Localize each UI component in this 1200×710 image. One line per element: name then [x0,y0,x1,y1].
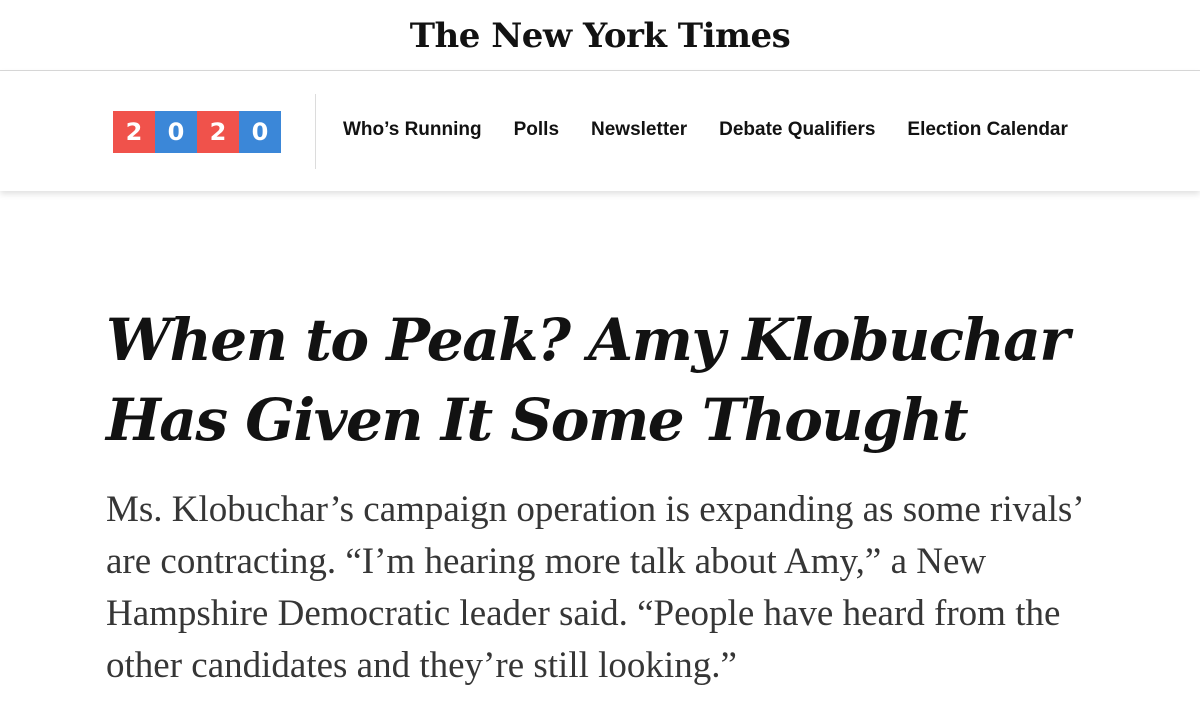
nyt-logo[interactable]: The New York Times [410,16,791,56]
article-summary: Ms. Klobuchar’s campaign operation is ex… [106,489,1082,686]
nav-links: Who’s Running Polls Newsletter Debate Qu… [343,115,1068,145]
article-headline: When to Peak? Amy Klobuchar Has Given It… [106,300,1106,460]
nav-link-debate-qualifiers[interactable]: Debate Qualifiers [719,115,875,145]
election-subnav: 2 0 2 0 Who’s Running Polls Newsletter D… [0,71,1200,191]
nav-link-newsletter[interactable]: Newsletter [591,115,687,145]
badge-digit: 0 [155,111,197,153]
headline-line-2: Has Given It Some Thought [106,386,969,454]
headline-line-1: When to Peak? Amy Klobuchar [106,306,1070,374]
2020-badge[interactable]: 2 0 2 0 [113,111,281,153]
nav-link-election-calendar[interactable]: Election Calendar [907,115,1068,145]
masthead: The New York Times [0,0,1200,71]
nav-link-whos-running[interactable]: Who’s Running [343,115,482,145]
badge-digit: 2 [113,111,155,153]
nav-link-polls[interactable]: Polls [514,115,559,145]
badge-digit: 0 [239,111,281,153]
nav-divider [315,94,316,169]
badge-digit: 2 [197,111,239,153]
